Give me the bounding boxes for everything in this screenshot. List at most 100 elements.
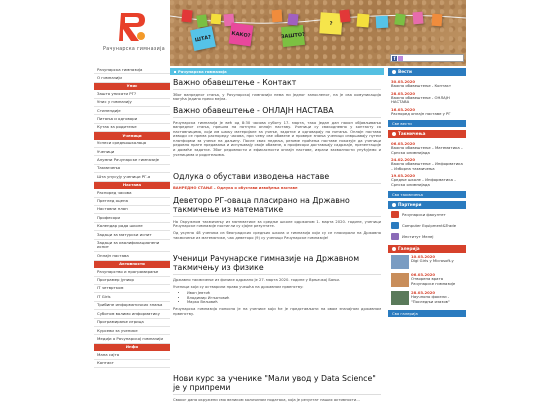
article-body: Сваког дана окружени смо великом количин… [173, 397, 360, 402]
breadcrumb[interactable]: Рачунарска гимназија [170, 68, 384, 75]
sidebar-item[interactable]: Рачунарство и програмирање [94, 268, 170, 277]
sidebar-item[interactable]: Преглед оцена [94, 197, 170, 206]
competition-link[interactable]: Важно обавештење – Математика – Српска о… [391, 145, 463, 155]
sidebar-item[interactable]: Питања и одговори [94, 115, 170, 124]
sticky-note [431, 13, 443, 27]
sidebar-section-header: Активности [94, 260, 170, 269]
competition-link[interactable]: Средње школе – Информатика – Српска олим… [391, 177, 463, 187]
sidebar-item[interactable]: Задаци за квалификационени испит [94, 239, 170, 253]
sidebar-item[interactable]: Мапа сајта [94, 351, 170, 360]
logo-caption: Рачунарска гимназија [103, 47, 165, 52]
sidebar-item[interactable]: Стипендије [94, 107, 170, 116]
sidebar-item[interactable]: Алумни Рачунарске гимназије [94, 156, 170, 165]
sidebar-item[interactable]: Медији о Рачунарској гимназији [94, 335, 170, 344]
sticky-note-why: ЗАШТО? [281, 24, 305, 48]
partner-link[interactable]: Computer Equipment&Trade [388, 220, 466, 231]
article-title[interactable]: Деветоро РГ-оваца пласирано на Државно т… [173, 196, 381, 217]
competitions-header: Такмичења [388, 130, 466, 138]
sticky-note [356, 13, 370, 28]
article-body: На Окружном такмичењу из математике за с… [173, 219, 381, 229]
sidebar-section-header: Упис [94, 82, 170, 91]
article: Деветоро РГ-оваца пласирано на Државно т… [173, 196, 381, 240]
sidebar-item[interactable]: Наставни план [94, 205, 170, 215]
sticky-note-how: КАКО? [228, 22, 254, 47]
sidebar-item[interactable]: Курсеви за ученике [94, 327, 170, 336]
gallery-item[interactable]: 06.03.2020 Отворена врата Рачунарске гимн… [388, 271, 466, 289]
sticky-note-what: ШТА? [190, 25, 216, 52]
breadcrumb-icon [174, 71, 176, 73]
article-title[interactable]: Ученици Рачунарске гимназије на Државном… [173, 254, 381, 275]
social-icon[interactable] [398, 56, 403, 61]
sidebar-item[interactable]: Успеси средњошколаца [94, 139, 170, 149]
sidebar-item[interactable]: Кутак за родитеље [94, 123, 170, 133]
article-title[interactable]: Одлука о обустави изводења наставе [173, 172, 381, 184]
article-body: Рачунарска гимназија је већ од 8:30 часо… [173, 120, 381, 157]
bullet-icon [392, 247, 396, 251]
article: Нови курс за ученике "Мали увод у Data S… [173, 374, 381, 402]
sticky-note [196, 14, 208, 28]
sidebar-item[interactable]: Календар рада школе [94, 222, 170, 232]
gallery-item[interactable]: 10.03.2020 Digi Girls у Microsoft-у [388, 253, 466, 271]
sidebar-section-header: Настава [94, 181, 170, 190]
gallery-title: Отворена врата Рачунарске гимназије [411, 276, 456, 286]
news-header: Вести [388, 68, 466, 76]
article-title[interactable]: Нови курс за ученике "Мали увод у Data S… [173, 374, 381, 395]
sidebar-item[interactable]: Суботом волимо информатику [94, 310, 170, 319]
partner-link[interactable]: Институт Мелеј [388, 231, 466, 242]
article-title[interactable]: Важно обавештење - ОНЛАЈН НАСТАВА [173, 106, 381, 118]
sidebar-item[interactable]: Шта упусују ученици РГ-а [94, 173, 170, 182]
sidebar-item[interactable]: Распоред часова [94, 189, 170, 198]
all-news-link[interactable]: Све вести [388, 120, 466, 127]
sticky-note [339, 9, 351, 23]
bullet-icon [392, 70, 396, 74]
sidebar-item[interactable]: Ученици [94, 148, 170, 157]
all-gallery-link[interactable]: Сва галерија [388, 310, 466, 317]
search-box[interactable]: f [390, 54, 464, 62]
competition-link[interactable]: Важно обавештење – Информатика – Изборна… [391, 161, 463, 171]
gallery-item[interactable]: 28.03.2020 Научноно фокели - "Последњи из… [388, 289, 466, 307]
sticky-note [375, 15, 389, 29]
sidebar-item[interactable]: Рачунарска гимназија [94, 66, 170, 75]
article: Важно обавештење - Контакт Због ванредно… [173, 78, 381, 102]
news-title-link[interactable]: Распоред онлајн наставе у РГ [391, 111, 463, 117]
gallery-thumbnail [391, 273, 409, 287]
sidebar-item[interactable]: О гимназији [94, 74, 170, 83]
all-competitions-link[interactable]: Сва такмичења [388, 191, 466, 198]
article-meta-link[interactable]: ВАНРЕДНО СТАЊЕ – Одлука о обустави извођ… [173, 186, 381, 190]
page-frame: Рачунарска гимназија ШТА? КАКО? ? ЗАШТО? [94, 0, 466, 420]
sidebar-item[interactable]: IT Girls [94, 293, 170, 302]
article: Одлука о обустави изводења наставе ВАНРЕ… [173, 172, 381, 190]
sticky-note [181, 9, 193, 23]
sidebar-item[interactable]: IT четвртком [94, 284, 170, 294]
bullet-icon [392, 203, 396, 207]
article-body: Ученици који су остварили право учешћа н… [173, 284, 304, 289]
sidebar-item[interactable]: Задаци за матурски испит [94, 231, 170, 240]
sidebar-item[interactable]: Програмирање игрица [94, 318, 170, 327]
logo-area[interactable]: Рачунарска гимназија [94, 0, 170, 66]
facebook-icon[interactable]: f [392, 56, 397, 61]
sticky-note [394, 13, 406, 26]
partner-link[interactable]: Рачунарски факултет [388, 209, 466, 220]
gallery-title: Научноно фокели - "Последњи изазов" [411, 294, 450, 304]
sidebar-item[interactable]: Професори [94, 214, 170, 223]
sidebar-item[interactable]: Програмер јуниор [94, 276, 170, 285]
gallery-thumbnail [391, 291, 409, 305]
sticky-note [287, 13, 299, 26]
competitions-list: 06.03.2020 Важно обавештење – Математика… [388, 138, 466, 188]
sidebar-item[interactable]: Зашто уписати РГ? [94, 90, 170, 99]
gallery-thumbnail [391, 255, 409, 269]
sidebar-item[interactable]: Онлајн настава [94, 252, 170, 261]
bullet-icon [392, 132, 396, 136]
sidebar-item[interactable]: Такмичења [94, 164, 170, 174]
news-title-link[interactable]: Важно обавештење - ОНЛАЈН НАСТАВА [391, 95, 463, 105]
article-body: Због ванредног стања, у Рачунарској гимн… [173, 92, 381, 102]
sidebar-item[interactable]: Трибине информатичких знања [94, 301, 170, 311]
article-title[interactable]: Важно обавештење - Контакт [173, 78, 381, 90]
school-logo-icon [119, 13, 145, 41]
partner-logo-icon [391, 233, 399, 240]
news-title-link[interactable]: Важно обавештење - Контакт [391, 83, 463, 89]
article: Важно обавештење - ОНЛАЈН НАСТАВА Рачуна… [173, 106, 381, 157]
sidebar-item[interactable]: Контакт [94, 359, 170, 369]
sidebar-item[interactable]: Упис у гимназију [94, 98, 170, 108]
sticky-note [210, 13, 222, 25]
